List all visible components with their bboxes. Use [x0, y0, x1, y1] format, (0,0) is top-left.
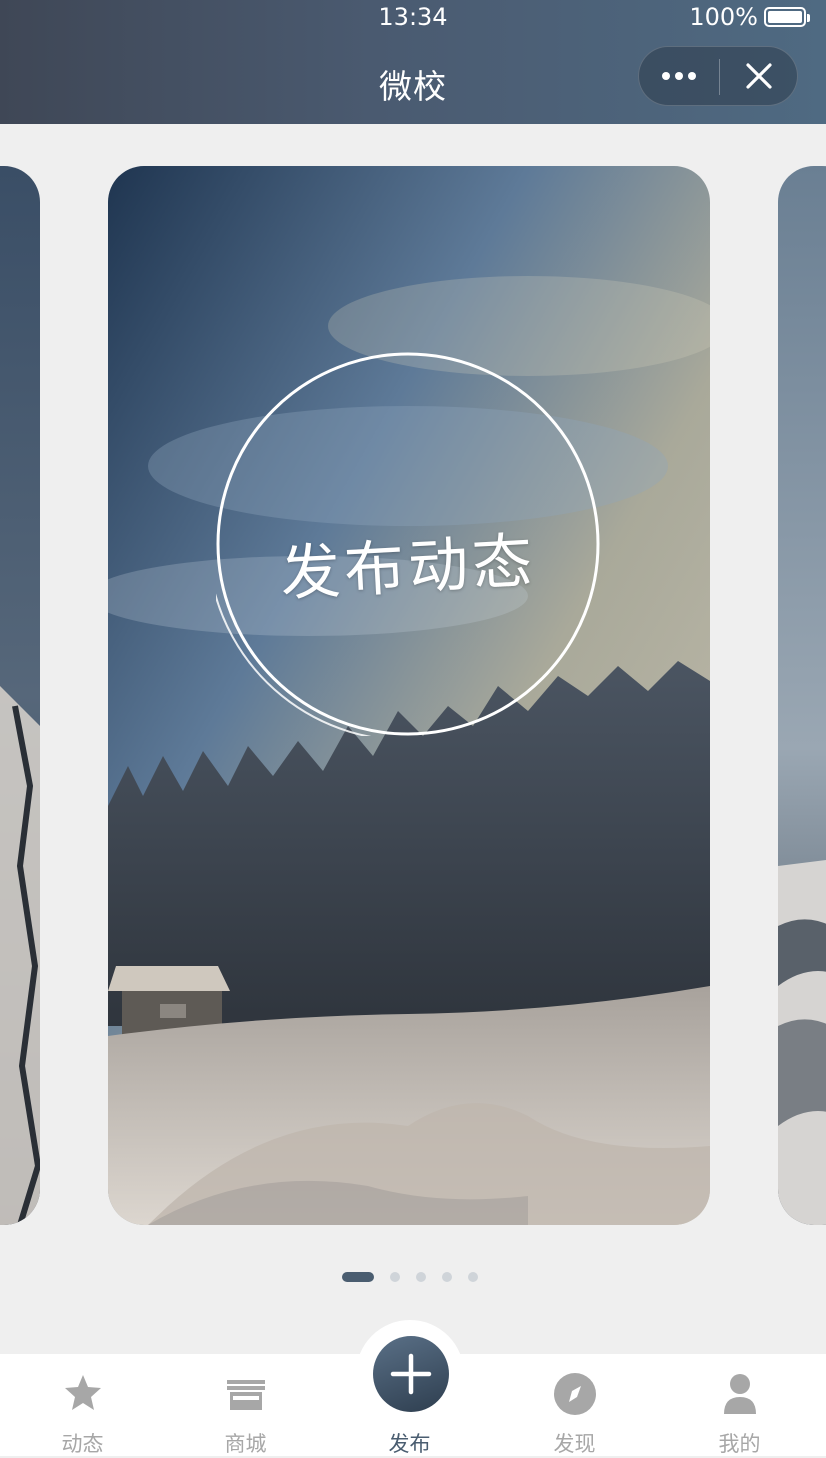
tab-label: 发现	[553, 1432, 596, 1456]
battery-percent: 100%	[689, 3, 758, 31]
indicator-dot-active[interactable]	[342, 1272, 374, 1282]
carousel-card-publish[interactable]: 发布动态	[108, 166, 710, 1225]
close-icon	[746, 63, 772, 89]
carousel-card-next[interactable]	[778, 166, 826, 1225]
tab-label: 动态	[61, 1432, 104, 1456]
store-icon	[226, 1380, 265, 1410]
tab-mine[interactable]: 我的	[657, 1354, 822, 1456]
indicator-dot[interactable]	[416, 1272, 426, 1282]
tab-discover[interactable]: 发现	[492, 1354, 657, 1456]
tab-label: 发布	[388, 1432, 431, 1456]
indicator-dot[interactable]	[442, 1272, 452, 1282]
more-dot-icon	[675, 72, 683, 80]
publish-button[interactable]	[373, 1336, 449, 1412]
compass-icon	[553, 1373, 596, 1415]
header: 13:34 100% 微校	[0, 0, 826, 124]
card-background-image	[0, 166, 40, 1225]
indicator-dot[interactable]	[390, 1272, 400, 1282]
user-icon	[723, 1374, 756, 1414]
more-button[interactable]	[639, 47, 719, 105]
carousel-indicator	[0, 1271, 826, 1283]
more-dot-icon	[662, 72, 670, 80]
tab-store[interactable]: 商城	[163, 1354, 328, 1456]
close-button[interactable]	[720, 47, 798, 105]
plus-icon	[390, 1353, 432, 1395]
battery-status: 100%	[689, 3, 810, 31]
battery-icon	[764, 7, 810, 27]
carousel-card-previous[interactable]	[0, 166, 40, 1225]
miniprogram-capsule	[638, 46, 798, 106]
tab-label: 我的	[718, 1432, 761, 1456]
card-background-image	[778, 166, 826, 1225]
tab-label: 商城	[224, 1432, 267, 1456]
more-dot-icon	[688, 72, 696, 80]
tab-dynamics[interactable]: 动态	[0, 1354, 165, 1456]
star-icon	[64, 1375, 101, 1410]
indicator-dot[interactable]	[468, 1272, 478, 1282]
